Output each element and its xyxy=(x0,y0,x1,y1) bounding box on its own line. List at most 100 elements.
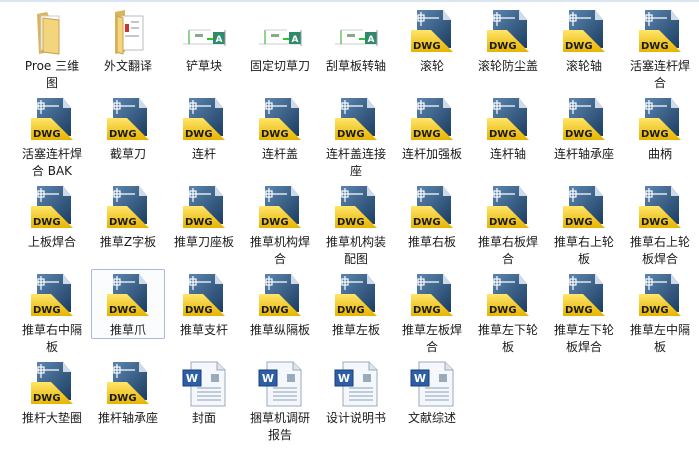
item-label: 上板焊合 xyxy=(27,235,76,249)
file-item[interactable]: DWG 连杆轴 xyxy=(471,93,545,179)
dwg-icon: DWG xyxy=(257,96,305,144)
file-item[interactable]: DWG 推草右板焊合 xyxy=(471,181,545,267)
dwg-icon: DWG xyxy=(561,184,609,232)
svg-text:DWG: DWG xyxy=(413,129,441,140)
file-item[interactable]: DWG 推草机构装配图 xyxy=(319,181,393,267)
item-label: 刮草板转轴 xyxy=(325,59,386,73)
item-label: 滚轮防尘盖 xyxy=(477,59,538,73)
dwg-icon: DWG xyxy=(409,8,457,56)
file-item[interactable]: DWG 推草左中隔板 xyxy=(623,269,697,355)
file-item[interactable]: DWG 推草支杆 xyxy=(167,269,241,355)
file-item[interactable]: DWG 连杆 xyxy=(167,93,241,179)
svg-text:DWG: DWG xyxy=(565,305,593,316)
item-label: 滚轮轴 xyxy=(565,59,602,73)
dwg-icon: DWG xyxy=(333,272,381,320)
item-label: 活塞连杆焊合 BAK xyxy=(21,147,82,178)
svg-text:DWG: DWG xyxy=(185,129,213,140)
dwg-icon: DWG xyxy=(181,272,229,320)
dwg-icon: DWG xyxy=(105,96,153,144)
file-item[interactable]: DWG 推草爪 xyxy=(91,269,165,339)
svg-text:DWG: DWG xyxy=(641,41,669,52)
dwg-icon: DWG xyxy=(333,96,381,144)
item-label: 推草右板焊合 xyxy=(477,235,538,266)
dwg-icon: DWG xyxy=(181,96,229,144)
item-label: 推草Z字板 xyxy=(99,235,157,249)
item-label: 推草左板焊合 xyxy=(401,323,462,354)
file-item[interactable]: DWG 曲柄 xyxy=(623,93,697,179)
file-item[interactable]: DWG 推杆轴承座 xyxy=(91,357,165,443)
item-label: 推草左板 xyxy=(331,323,380,337)
item-label: 推草纵隔板 xyxy=(249,323,310,337)
item-label: 活塞连杆焊合 xyxy=(629,59,690,90)
svg-text:DWG: DWG xyxy=(641,305,669,316)
dwg-thumb-icon: A xyxy=(181,8,229,56)
svg-text:DWG: DWG xyxy=(489,41,517,52)
svg-text:DWG: DWG xyxy=(489,217,517,228)
svg-text:DWG: DWG xyxy=(109,305,137,316)
file-item[interactable]: DWG 截草刀 xyxy=(91,93,165,179)
file-item[interactable]: DWG 滚轮 xyxy=(395,5,469,91)
word-icon: W xyxy=(409,360,457,408)
svg-text:DWG: DWG xyxy=(185,217,213,228)
item-label: 推草右上轮板 xyxy=(553,235,614,266)
file-item[interactable]: DWG 推草Z字板 xyxy=(91,181,165,267)
file-item[interactable]: DWG 连杆加强板 xyxy=(395,93,469,179)
item-label: 连杆 xyxy=(191,147,216,161)
svg-text:DWG: DWG xyxy=(33,217,61,228)
file-item[interactable]: DWG 滚轮防尘盖 xyxy=(471,5,545,91)
dwg-icon: DWG xyxy=(637,96,685,144)
file-item[interactable]: DWG 推草左板焊合 xyxy=(395,269,469,355)
svg-text:DWG: DWG xyxy=(33,305,61,316)
file-item[interactable]: DWG 推草纵隔板 xyxy=(243,269,317,355)
dwg-icon: DWG xyxy=(561,96,609,144)
svg-text:DWG: DWG xyxy=(641,129,669,140)
file-item[interactable]: DWG 推草机构焊合 xyxy=(243,181,317,267)
dwg-thumb-icon: A xyxy=(333,8,381,56)
folder-item[interactable]: 外文翻译 xyxy=(91,5,165,91)
file-item[interactable]: DWG 推草左板 xyxy=(319,269,393,355)
file-item[interactable]: W 设计说明书 xyxy=(319,357,393,443)
svg-text:W: W xyxy=(186,372,198,385)
file-item[interactable]: DWG 推草左下轮板焊合 xyxy=(547,269,621,355)
file-item[interactable]: DWG 推草右中隔板 xyxy=(15,269,89,355)
file-item[interactable]: DWG 连杆轴承座 xyxy=(547,93,621,179)
file-item[interactable]: DWG 推草右上轮板 xyxy=(547,181,621,267)
svg-text:DWG: DWG xyxy=(261,305,289,316)
file-item[interactable]: W 封面 xyxy=(167,357,241,443)
item-label: 连杆盖 xyxy=(261,147,298,161)
svg-text:A: A xyxy=(368,35,375,45)
file-item[interactable]: A 刮草板转轴 xyxy=(319,5,393,91)
item-label: 连杆轴 xyxy=(489,147,526,161)
file-item[interactable]: DWG 推草左下轮板 xyxy=(471,269,545,355)
file-item[interactable]: DWG 活塞连杆焊合 BAK xyxy=(15,93,89,179)
file-item[interactable]: DWG 推杆大垫圈 xyxy=(15,357,89,443)
file-item[interactable]: DWG 连杆盖 xyxy=(243,93,317,179)
item-label: 推杆轴承座 xyxy=(97,411,158,425)
file-item[interactable]: DWG 推草刀座板 xyxy=(167,181,241,267)
item-label: 推草右板 xyxy=(407,235,456,249)
item-label: 封面 xyxy=(191,411,216,425)
item-label: 推草左中隔板 xyxy=(629,323,690,354)
item-label: Proe 三维图 xyxy=(24,59,80,90)
dwg-icon: DWG xyxy=(561,8,609,56)
file-item[interactable]: DWG 连杆盖连接座 xyxy=(319,93,393,179)
file-item[interactable]: DWG 推草右上轮板焊合 xyxy=(623,181,697,267)
dwg-icon: DWG xyxy=(637,184,685,232)
dwg-icon: DWG xyxy=(485,184,533,232)
file-item[interactable]: DWG 活塞连杆焊合 xyxy=(623,5,697,91)
dwg-icon: DWG xyxy=(637,8,685,56)
file-item[interactable]: DWG 上板焊合 xyxy=(15,181,89,267)
file-item[interactable]: DWG 推草右板 xyxy=(395,181,469,267)
svg-text:DWG: DWG xyxy=(413,41,441,52)
svg-text:DWG: DWG xyxy=(33,129,61,140)
item-label: 推草刀座板 xyxy=(173,235,234,249)
svg-text:DWG: DWG xyxy=(489,129,517,140)
file-item[interactable]: W 捆草机调研报告 xyxy=(243,357,317,443)
file-item[interactable]: W 文献综述 xyxy=(395,357,469,443)
file-item[interactable]: A 固定切草刀 xyxy=(243,5,317,91)
dwg-icon: DWG xyxy=(333,184,381,232)
file-item[interactable]: DWG 滚轮轴 xyxy=(547,5,621,91)
file-item[interactable]: A 铲草块 xyxy=(167,5,241,91)
folder-item[interactable]: Proe 三维图 xyxy=(15,5,89,91)
dwg-icon: DWG xyxy=(181,184,229,232)
